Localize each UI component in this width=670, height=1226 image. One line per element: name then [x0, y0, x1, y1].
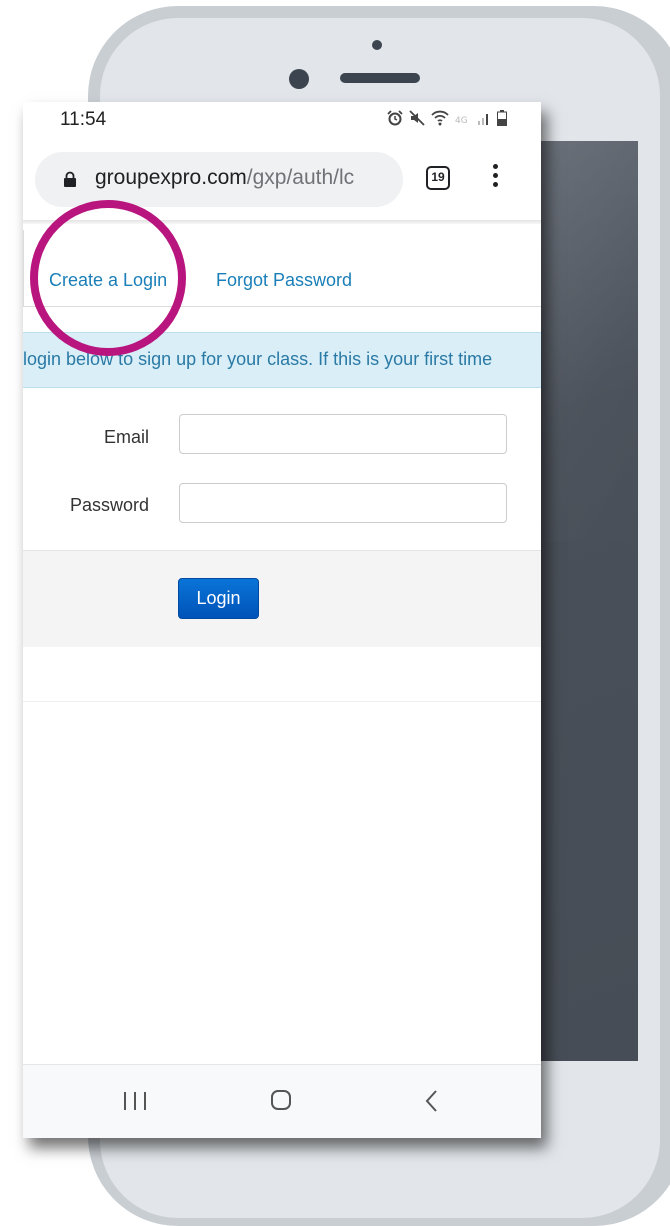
more-menu-icon[interactable]: [491, 164, 499, 192]
battery-icon: [497, 110, 507, 131]
camera-icon: [372, 40, 382, 50]
recent-apps-icon[interactable]: [124, 1092, 146, 1110]
tab-create-login[interactable]: Create a Login: [49, 270, 167, 291]
form-footer: [23, 550, 541, 647]
alarm-icon: [387, 110, 403, 131]
status-bar: 11:54 4G: [23, 102, 541, 138]
browser-screen: 11:54 4G groupexpro.com/gxp/auth/lc 19 C…: [23, 102, 541, 1138]
back-icon[interactable]: [422, 1088, 442, 1114]
url-text[interactable]: groupexpro.com/gxp/auth/lc: [95, 166, 395, 190]
page-divider: [23, 701, 541, 702]
screen-glare: [540, 141, 638, 541]
info-banner: login below to sign up for your class. I…: [23, 332, 541, 388]
password-label: Password: [69, 495, 149, 515]
info-text: login below to sign up for your class. I…: [23, 349, 493, 369]
login-button[interactable]: Login: [178, 578, 259, 619]
tab-switcher-button[interactable]: 19: [426, 166, 450, 190]
mute-icon: [409, 110, 425, 131]
login-tabs: Create a Login Forgot Password: [23, 230, 541, 307]
email-field[interactable]: [179, 414, 507, 454]
url-path: /gxp/auth/lc: [246, 166, 355, 189]
signal-icon: [477, 111, 491, 130]
status-icons: 4G: [387, 110, 507, 131]
status-time: 11:54: [60, 109, 107, 130]
home-icon[interactable]: [271, 1090, 291, 1110]
toolbar-divider: [23, 220, 541, 224]
lock-icon: [64, 171, 76, 187]
address-bar[interactable]: groupexpro.com/gxp/auth/lc: [35, 152, 403, 207]
speaker-grille: [340, 73, 420, 83]
svg-text:4G: 4G: [455, 116, 468, 125]
url-host: groupexpro.com: [95, 166, 247, 189]
browser-toolbar: groupexpro.com/gxp/auth/lc 19: [23, 138, 541, 220]
4g-icon: 4G: [455, 112, 471, 130]
password-field[interactable]: [179, 483, 507, 523]
android-nav-bar: [23, 1064, 541, 1138]
tab-forgot-password[interactable]: Forgot Password: [216, 270, 352, 291]
email-label: Email: [103, 427, 149, 447]
sensor-icon: [289, 69, 309, 89]
wifi-icon: [431, 110, 449, 131]
